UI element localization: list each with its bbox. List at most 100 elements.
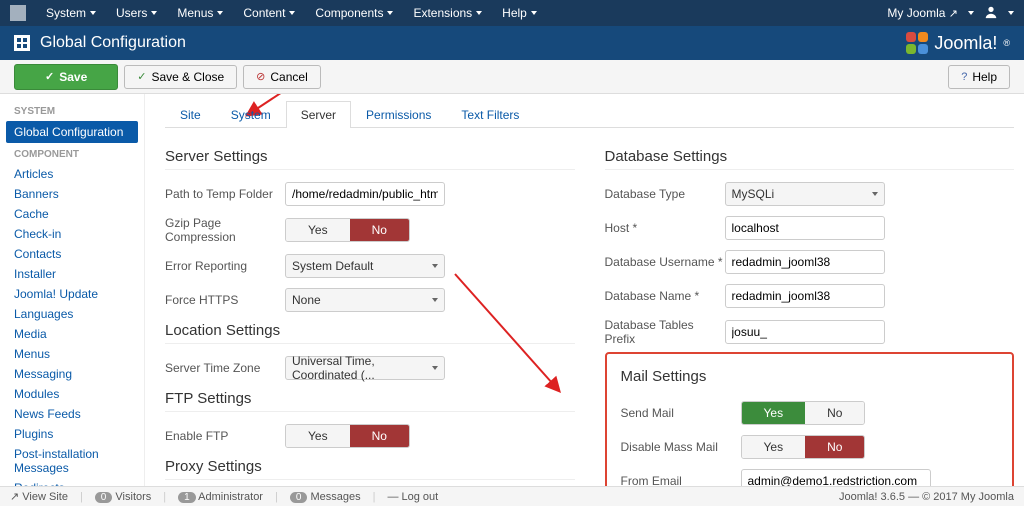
from-email-input[interactable] — [741, 469, 931, 486]
db-name-label: Database Name * — [605, 289, 725, 303]
tab-system[interactable]: System — [216, 101, 286, 128]
sidebar-item[interactable]: Menus — [0, 344, 144, 364]
error-reporting-select[interactable]: System Default — [285, 254, 445, 278]
sidebar-item[interactable]: Languages — [0, 304, 144, 324]
gzip-toggle[interactable]: YesNo — [285, 218, 410, 242]
check-icon: ✓ — [137, 70, 146, 83]
site-name-link[interactable]: My Joomla ↗ — [887, 6, 958, 20]
help-icon: ? — [961, 71, 967, 83]
joomla-mini-icon — [10, 5, 26, 21]
menu-components[interactable]: Components — [305, 2, 403, 24]
sidebar-item[interactable]: Joomla! Update — [0, 284, 144, 304]
location-settings-heading: Location Settings — [165, 322, 575, 344]
check-icon: ✓ — [45, 70, 54, 83]
sidebar-item[interactable]: Contacts — [0, 244, 144, 264]
user-menu-icon[interactable] — [984, 5, 998, 22]
db-type-select[interactable]: MySQLi — [725, 182, 885, 206]
chevron-down-icon — [432, 298, 438, 302]
config-grid-icon — [14, 35, 30, 51]
sidebar-item[interactable]: Check-in — [0, 224, 144, 244]
status-footer: ↗ View Site | 0 Visitors | 1 Administrat… — [0, 486, 1024, 506]
sidebar-item[interactable]: Modules — [0, 384, 144, 404]
tab-server[interactable]: Server — [286, 101, 351, 128]
server-column: Server Settings Path to Temp Folder Gzip… — [165, 142, 575, 486]
save-close-button[interactable]: ✓Save & Close — [124, 65, 237, 89]
enable-ftp-label: Enable FTP — [165, 429, 285, 443]
logout-link[interactable]: — Log out — [387, 491, 438, 503]
from-email-label: From Email — [621, 474, 741, 486]
sidebar-item[interactable]: Messaging — [0, 364, 144, 384]
database-column: Database Settings Database Type MySQLi H… — [605, 142, 1015, 486]
db-prefix-input[interactable] — [725, 320, 885, 344]
chevron-down-icon — [872, 192, 878, 196]
sidebar-item[interactable]: Plugins — [0, 424, 144, 444]
sidebar-item[interactable]: Banners — [0, 184, 144, 204]
database-settings-heading: Database Settings — [605, 148, 1015, 170]
tab-site[interactable]: Site — [165, 101, 216, 128]
sidebar-item[interactable]: Post-installation Messages — [0, 444, 144, 478]
timezone-select[interactable]: Universal Time, Coordinated (... — [285, 356, 445, 380]
disable-mass-mail-label: Disable Mass Mail — [621, 440, 741, 454]
help-button[interactable]: ?Help — [948, 65, 1010, 89]
menu-help[interactable]: Help — [492, 2, 547, 24]
tab-permissions[interactable]: Permissions — [351, 101, 446, 128]
db-user-input[interactable] — [725, 250, 885, 274]
proxy-settings-heading: Proxy Settings — [165, 458, 575, 480]
view-site-link[interactable]: ↗ View Site — [10, 490, 68, 503]
error-reporting-label: Error Reporting — [165, 259, 285, 273]
sidebar-item-global-config[interactable]: Global Configuration — [6, 121, 138, 143]
enable-ftp-toggle[interactable]: YesNo — [285, 424, 410, 448]
sidebar-item[interactable]: News Feeds — [0, 404, 144, 424]
tmp-path-input[interactable] — [285, 182, 445, 206]
sidebar-item[interactable]: Media — [0, 324, 144, 344]
sidebar-item[interactable]: Redirects — [0, 478, 144, 486]
cancel-button[interactable]: ⊘Cancel — [243, 65, 321, 89]
force-https-select[interactable]: None — [285, 288, 445, 312]
save-button[interactable]: ✓Save — [14, 64, 118, 90]
external-link-icon: ↗ — [949, 8, 958, 20]
send-mail-label: Send Mail — [621, 406, 741, 420]
menu-system[interactable]: System — [36, 2, 106, 24]
mail-settings-heading: Mail Settings — [621, 368, 999, 389]
sidebar-item[interactable]: Cache — [0, 204, 144, 224]
cancel-icon: ⊘ — [256, 70, 265, 83]
menu-content[interactable]: Content — [233, 2, 305, 24]
config-tabs: Site System Server Permissions Text Filt… — [165, 100, 1014, 128]
db-type-label: Database Type — [605, 187, 725, 201]
joomla-brand: Joomla!® — [906, 32, 1010, 54]
main-area: SYSTEM Global Configuration COMPONENT Ar… — [0, 94, 1024, 486]
messages-count[interactable]: 0 Messages — [290, 491, 361, 503]
timezone-label: Server Time Zone — [165, 361, 285, 375]
ftp-settings-heading: FTP Settings — [165, 390, 575, 412]
db-name-input[interactable] — [725, 284, 885, 308]
sidebar-group-system: SYSTEM — [0, 100, 144, 121]
version-text: Joomla! 3.6.5 — © 2017 My Joomla — [839, 491, 1014, 503]
sidebar-group-component: COMPONENT — [0, 143, 144, 164]
force-https-label: Force HTTPS — [165, 293, 285, 307]
tab-text-filters[interactable]: Text Filters — [446, 101, 534, 128]
page-title: Global Configuration — [40, 34, 186, 52]
send-mail-toggle[interactable]: YesNo — [741, 401, 866, 425]
visitors-count[interactable]: 0 Visitors — [95, 491, 152, 503]
sidebar-item[interactable]: Installer — [0, 264, 144, 284]
menu-extensions[interactable]: Extensions — [403, 2, 492, 24]
chevron-down-icon — [432, 366, 438, 370]
component-sidebar: SYSTEM Global Configuration COMPONENT Ar… — [0, 94, 145, 486]
server-settings-heading: Server Settings — [165, 148, 575, 170]
action-toolbar: ✓Save ✓Save & Close ⊘Cancel ?Help — [0, 60, 1024, 94]
page-title-bar: Global Configuration Joomla!® — [0, 26, 1024, 60]
top-menu: System Users Menus Content Components Ex… — [36, 2, 547, 24]
menu-menus[interactable]: Menus — [167, 2, 233, 24]
db-host-input[interactable] — [725, 216, 885, 240]
disable-mass-mail-toggle[interactable]: YesNo — [741, 435, 866, 459]
db-user-label: Database Username * — [605, 255, 725, 269]
db-prefix-label: Database Tables Prefix — [605, 318, 725, 346]
mail-settings-box: Mail Settings Send Mail YesNo Disable Ma… — [605, 352, 1015, 486]
admin-top-nav: System Users Menus Content Components Ex… — [0, 0, 1024, 26]
gzip-label: Gzip Page Compression — [165, 216, 285, 244]
sidebar-item[interactable]: Articles — [0, 164, 144, 184]
chevron-down-icon — [432, 264, 438, 268]
admins-count[interactable]: 1 Administrator — [178, 491, 263, 503]
db-host-label: Host * — [605, 221, 725, 235]
menu-users[interactable]: Users — [106, 2, 167, 24]
